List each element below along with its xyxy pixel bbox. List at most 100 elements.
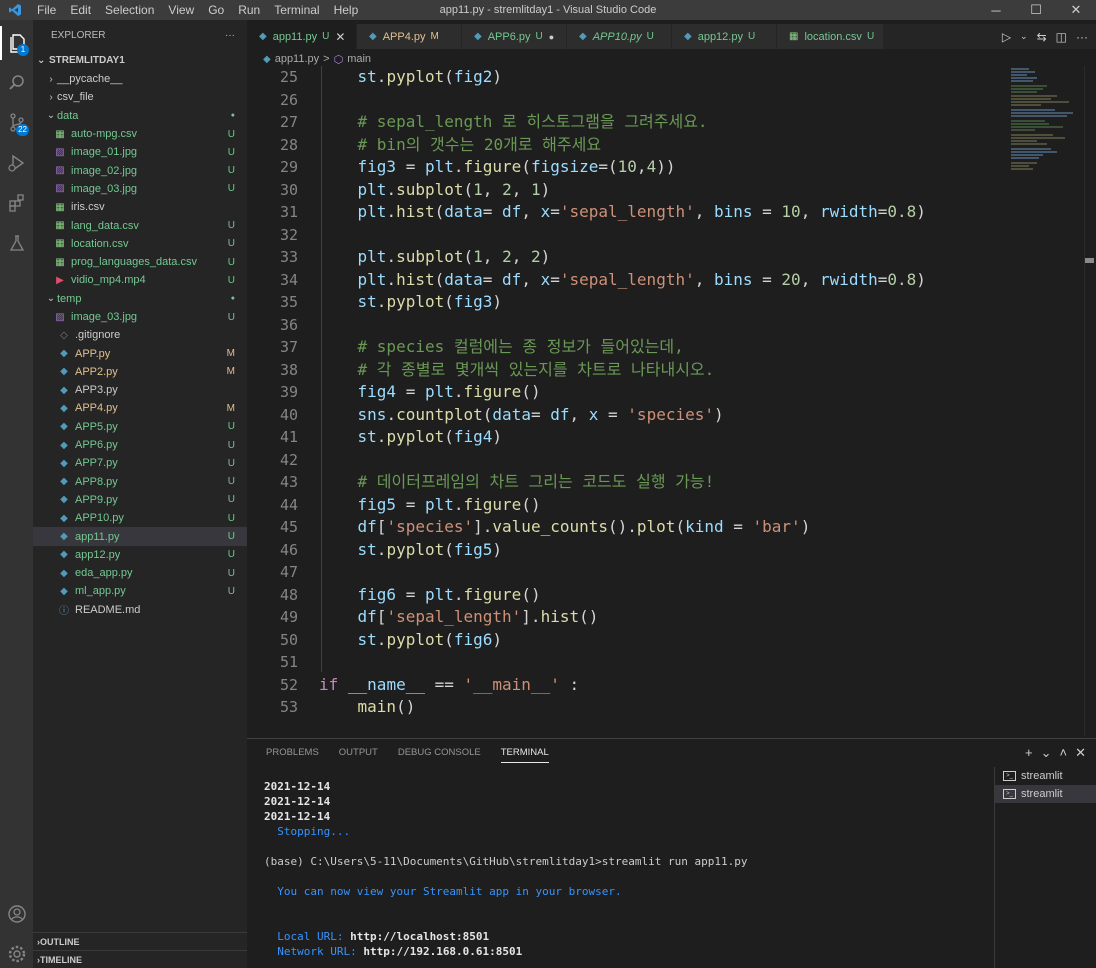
tree-item-label: iris.csv (71, 201, 105, 214)
breadcrumb-file[interactable]: app11.py (275, 53, 319, 65)
scrollbar-thumb[interactable] (1085, 258, 1094, 263)
maximize-panel-icon[interactable]: ˄ (1060, 745, 1068, 761)
close-tab-icon[interactable]: ✕ (335, 30, 345, 44)
workspace-root[interactable]: ⌄ STREMLITDAY1 (33, 50, 247, 70)
tree-item--gitignore[interactable]: ◇ .gitignore (33, 326, 247, 344)
tree-item-eda-app-py[interactable]: ◆ eda_app.py U (33, 564, 247, 582)
code-token: # species 컬럼에는 종 정보가 들어있는데, (357, 337, 684, 356)
menu-item-file[interactable]: File (30, 0, 63, 20)
run-file-icon[interactable]: ▷ (1002, 30, 1011, 44)
editor-scrollbar[interactable] (1084, 66, 1096, 736)
menu-item-run[interactable]: Run (231, 0, 267, 20)
panel-tab-terminal[interactable]: TERMINAL (500, 747, 549, 763)
terminal-output[interactable]: 2021-12-14 2021-12-14 2021-12-14 Stopping.… (264, 779, 747, 968)
code-token: 'sepal_length' (559, 269, 695, 289)
tree-item-image-02-jpg[interactable]: ▨ image_02.jpg U (33, 161, 247, 179)
tab-app12-py[interactable]: ◆ app12.py U (672, 24, 777, 49)
maximize-button[interactable]: ☐ (1016, 0, 1056, 20)
breadcrumb-symbol[interactable]: main (347, 53, 371, 65)
tab-location-csv[interactable]: ▦ location.csv U (777, 24, 884, 49)
tree-item-iris-csv[interactable]: ▦ iris.csv (33, 198, 247, 216)
settings-gear-icon[interactable] (0, 937, 33, 968)
python-file-icon: ◆ (60, 457, 68, 469)
section-outline[interactable]: › OUTLINE (33, 932, 247, 950)
extensions-icon[interactable] (0, 186, 33, 220)
tree-item-prog-languages-data-csv[interactable]: ▦ prog_languages_data.csv U (33, 253, 247, 271)
explorer-more-button[interactable]: ··· (225, 30, 235, 41)
account-icon[interactable] (0, 897, 33, 931)
close-window-button[interactable]: ✕ (1056, 0, 1096, 20)
tree-item-image-01-jpg[interactable]: ▨ image_01.jpg U (33, 143, 247, 161)
tree-item-ml-app-py[interactable]: ◆ ml_app.py U (33, 582, 247, 600)
tree-item-lang-data-csv[interactable]: ▦ lang_data.csv U (33, 216, 247, 234)
code-line: 46 st.pyplot(fig5) (247, 539, 1007, 562)
menu-item-view[interactable]: View (161, 0, 201, 20)
tab-app10-py[interactable]: ◆ APP10.py U (567, 24, 672, 49)
code-token: kind (685, 517, 724, 536)
tree-item-auto-mpg-csv[interactable]: ▦ auto-mpg.csv U (33, 125, 247, 143)
tree-item-app3-py[interactable]: ◆ APP3.py (33, 381, 247, 399)
compare-changes-icon[interactable]: ⇆ (1037, 30, 1047, 44)
menu-item-edit[interactable]: Edit (63, 0, 98, 20)
code-text: plt.hist(data= df, x='sepal_length', bin… (319, 201, 926, 224)
tree-item-app5-py[interactable]: ◆ APP5.py U (33, 418, 247, 436)
tree-item-temp[interactable]: ⌄ temp ● (33, 290, 247, 308)
terminal-url-value[interactable]: http://192.168.0.61:8501 (363, 945, 522, 958)
tree-item-vidio-mp4-mp4[interactable]: ▶ vidio_mp4.mp4 U (33, 271, 247, 289)
panel-tab-output[interactable]: OUTPUT (339, 747, 378, 763)
chevron-down-icon[interactable]: ⌄ (1041, 745, 1052, 761)
tree-item--pycache-[interactable]: › __pycache__ (33, 70, 247, 88)
new-terminal-icon[interactable]: + (1025, 745, 1033, 761)
code-editor[interactable]: 25 st.pyplot(fig2) 26 27 # sepal_length 로 … (247, 66, 1007, 736)
code-token: = (396, 494, 425, 514)
tree-item-app11-py[interactable]: ◆ app11.py U (33, 527, 247, 546)
code-token: 4 (646, 157, 657, 176)
tree-item-app12-py[interactable]: ◆ app12.py U (33, 546, 247, 564)
close-panel-icon[interactable]: ✕ (1075, 745, 1086, 761)
code-line: 30 plt.subplot(1, 2, 1) (247, 179, 1007, 202)
tree-item-location-csv[interactable]: ▦ location.csv U (33, 235, 247, 253)
source-control-icon[interactable]: 22 (0, 106, 33, 140)
panel-tab-debug-console[interactable]: DEBUG CONSOLE (398, 747, 481, 763)
menu-item-selection[interactable]: Selection (98, 0, 161, 20)
tree-item-app-py[interactable]: ◆ APP.py M (33, 344, 247, 362)
tree-item-app2-py[interactable]: ◆ APP2.py M (33, 363, 247, 381)
tree-item-data[interactable]: ⌄ data ● (33, 107, 247, 125)
tree-item-app6-py[interactable]: ◆ APP6.py U (33, 436, 247, 454)
explorer-icon[interactable]: 1 (0, 26, 33, 60)
tree-item-app9-py[interactable]: ◆ APP9.py U (33, 491, 247, 509)
tree-item-app7-py[interactable]: ◆ APP7.py U (33, 454, 247, 472)
tree-item-app8-py[interactable]: ◆ APP8.py U (33, 473, 247, 491)
menu-item-go[interactable]: Go (201, 0, 231, 20)
unsaved-dot-icon[interactable]: ● (549, 32, 554, 42)
tab-app4-py[interactable]: ◆ APP4.py M (357, 24, 462, 49)
section-timeline[interactable]: › TIMELINE (33, 950, 247, 968)
tree-item-app4-py[interactable]: ◆ APP4.py M (33, 399, 247, 417)
split-editor-icon[interactable]: ◫ (1056, 30, 1067, 44)
tree-item-image-03-jpg[interactable]: ▨ image_03.jpg U (33, 180, 247, 198)
terminal-url-value[interactable]: http://localhost:8501 (350, 930, 489, 943)
tab-app11-py[interactable]: ◆ app11.py U ✕ (247, 24, 357, 49)
minimap[interactable] (1007, 66, 1082, 736)
more-actions-icon[interactable]: ··· (1076, 30, 1088, 44)
code-token: pyplot (386, 67, 445, 86)
code-token: . (386, 202, 397, 221)
search-icon[interactable] (0, 66, 33, 100)
menu-item-terminal[interactable]: Terminal (267, 0, 326, 20)
tree-item-app10-py[interactable]: ◆ APP10.py U (33, 509, 247, 527)
minimize-button[interactable]: ─ (976, 0, 1016, 20)
terminal-instance[interactable]: >_ streamlit (995, 785, 1096, 803)
tree-item-image-03-jpg[interactable]: ▨ image_03.jpg U (33, 308, 247, 326)
menu-item-help[interactable]: Help (327, 0, 366, 20)
terminal-instance[interactable]: >_ streamlit (995, 767, 1096, 785)
tree-item-csv-file[interactable]: › csv_file (33, 88, 247, 106)
chevron-down-icon[interactable]: ⌄ (1020, 31, 1028, 42)
run-debug-icon[interactable] (0, 146, 33, 180)
git-status-badge: M (226, 402, 235, 414)
panel-tab-problems[interactable]: PROBLEMS (266, 747, 319, 763)
tab-app6-py[interactable]: ◆ APP6.py U ● (462, 24, 567, 49)
testing-flask-icon[interactable] (0, 226, 33, 260)
tree-item-readme-md[interactable]: ⓘ README.md (33, 601, 247, 619)
